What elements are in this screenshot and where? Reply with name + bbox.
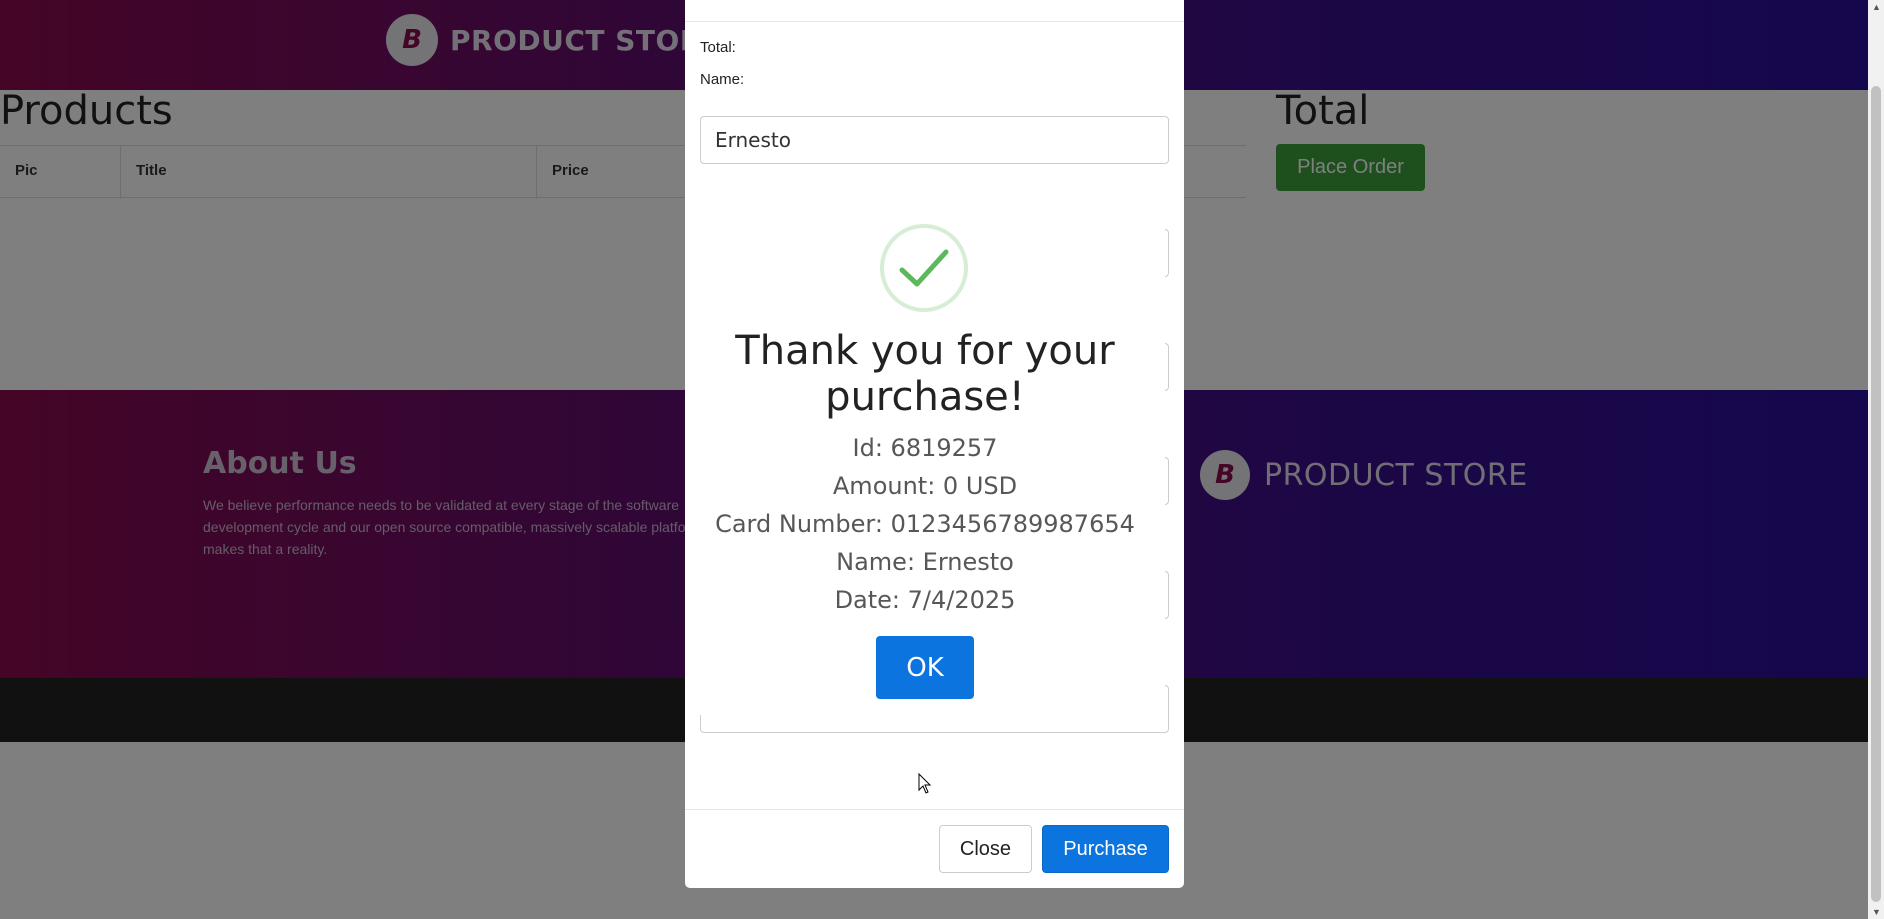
name-input[interactable] [700, 116, 1169, 164]
modal-footer-divider [685, 809, 1184, 810]
scrollbar-thumb[interactable] [1871, 86, 1881, 902]
modal-header-divider [685, 21, 1184, 22]
purchase-button[interactable]: Purchase [1042, 825, 1169, 873]
close-button[interactable]: Close [939, 825, 1032, 873]
purchase-success-alert: Thank you for your purchase! Id: 6819257… [685, 172, 1165, 715]
ok-button[interactable]: OK [876, 636, 974, 699]
order-date: Date: 7/4/2025 [834, 586, 1016, 614]
order-amount: Amount: 0 USD [832, 472, 1018, 500]
order-card-number: Card Number: 0123456789987654 [715, 510, 1135, 538]
mouse-cursor-icon [918, 773, 932, 794]
name-label: Name: [700, 71, 745, 88]
page-scrollbar[interactable]: ▲ ▼ [1868, 0, 1884, 919]
order-name: Name: Ernesto [836, 548, 1014, 576]
alert-title: Thank you for your purchase! [735, 328, 1115, 420]
scroll-down-icon[interactable]: ▼ [1872, 907, 1881, 917]
success-check-icon [880, 224, 968, 312]
order-id: Id: 6819257 [852, 434, 998, 462]
alert-details: Id: 6819257 Amount: 0 USD Card Number: 0… [705, 429, 1145, 619]
scroll-up-icon[interactable]: ▲ [1872, 2, 1881, 12]
total-label: Total: [700, 39, 736, 56]
